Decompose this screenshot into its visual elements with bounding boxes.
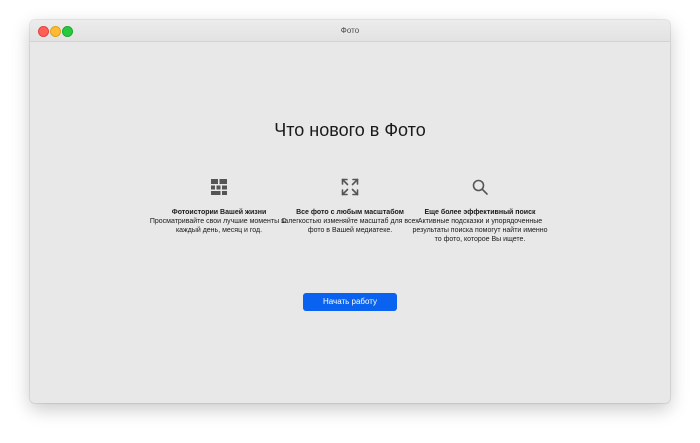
feature-description: Просматривайте свои лучшие моменты за ка… (149, 218, 289, 234)
feature-title: Фотоистории Вашей жизни (171, 209, 267, 216)
feature-description: Активные подсказки и упорядоченные резул… (412, 218, 548, 243)
zoom-window-button[interactable] (62, 26, 73, 37)
minimize-window-button[interactable] (50, 26, 61, 37)
feature-title: Еще более эффективный поиск (424, 209, 536, 216)
close-window-button[interactable] (38, 26, 49, 37)
feature-zoom: Все фото с любым масштабом С легкостью и… (280, 178, 420, 235)
window-title: Фото (340, 26, 360, 35)
expand-arrows-icon (341, 178, 359, 196)
grid-icon (211, 179, 227, 195)
title-bar: Фото (30, 20, 670, 42)
feature-search: Еще более эффективный поиск Активные под… (410, 178, 550, 244)
page-title: Что нового в Фото (274, 120, 426, 140)
photos-window: Фото Что нового в Фото Фотоистории Вашей… (30, 20, 670, 403)
search-icon (472, 179, 488, 195)
get-started-button[interactable]: Начать работу (303, 293, 397, 311)
feature-description: С легкостью изменяйте масштаб для всех ф… (281, 218, 419, 234)
feature-title: Все фото с любым масштабом (296, 209, 404, 216)
feature-photo-stories: Фотоистории Вашей жизни Просматривайте с… (149, 178, 289, 235)
